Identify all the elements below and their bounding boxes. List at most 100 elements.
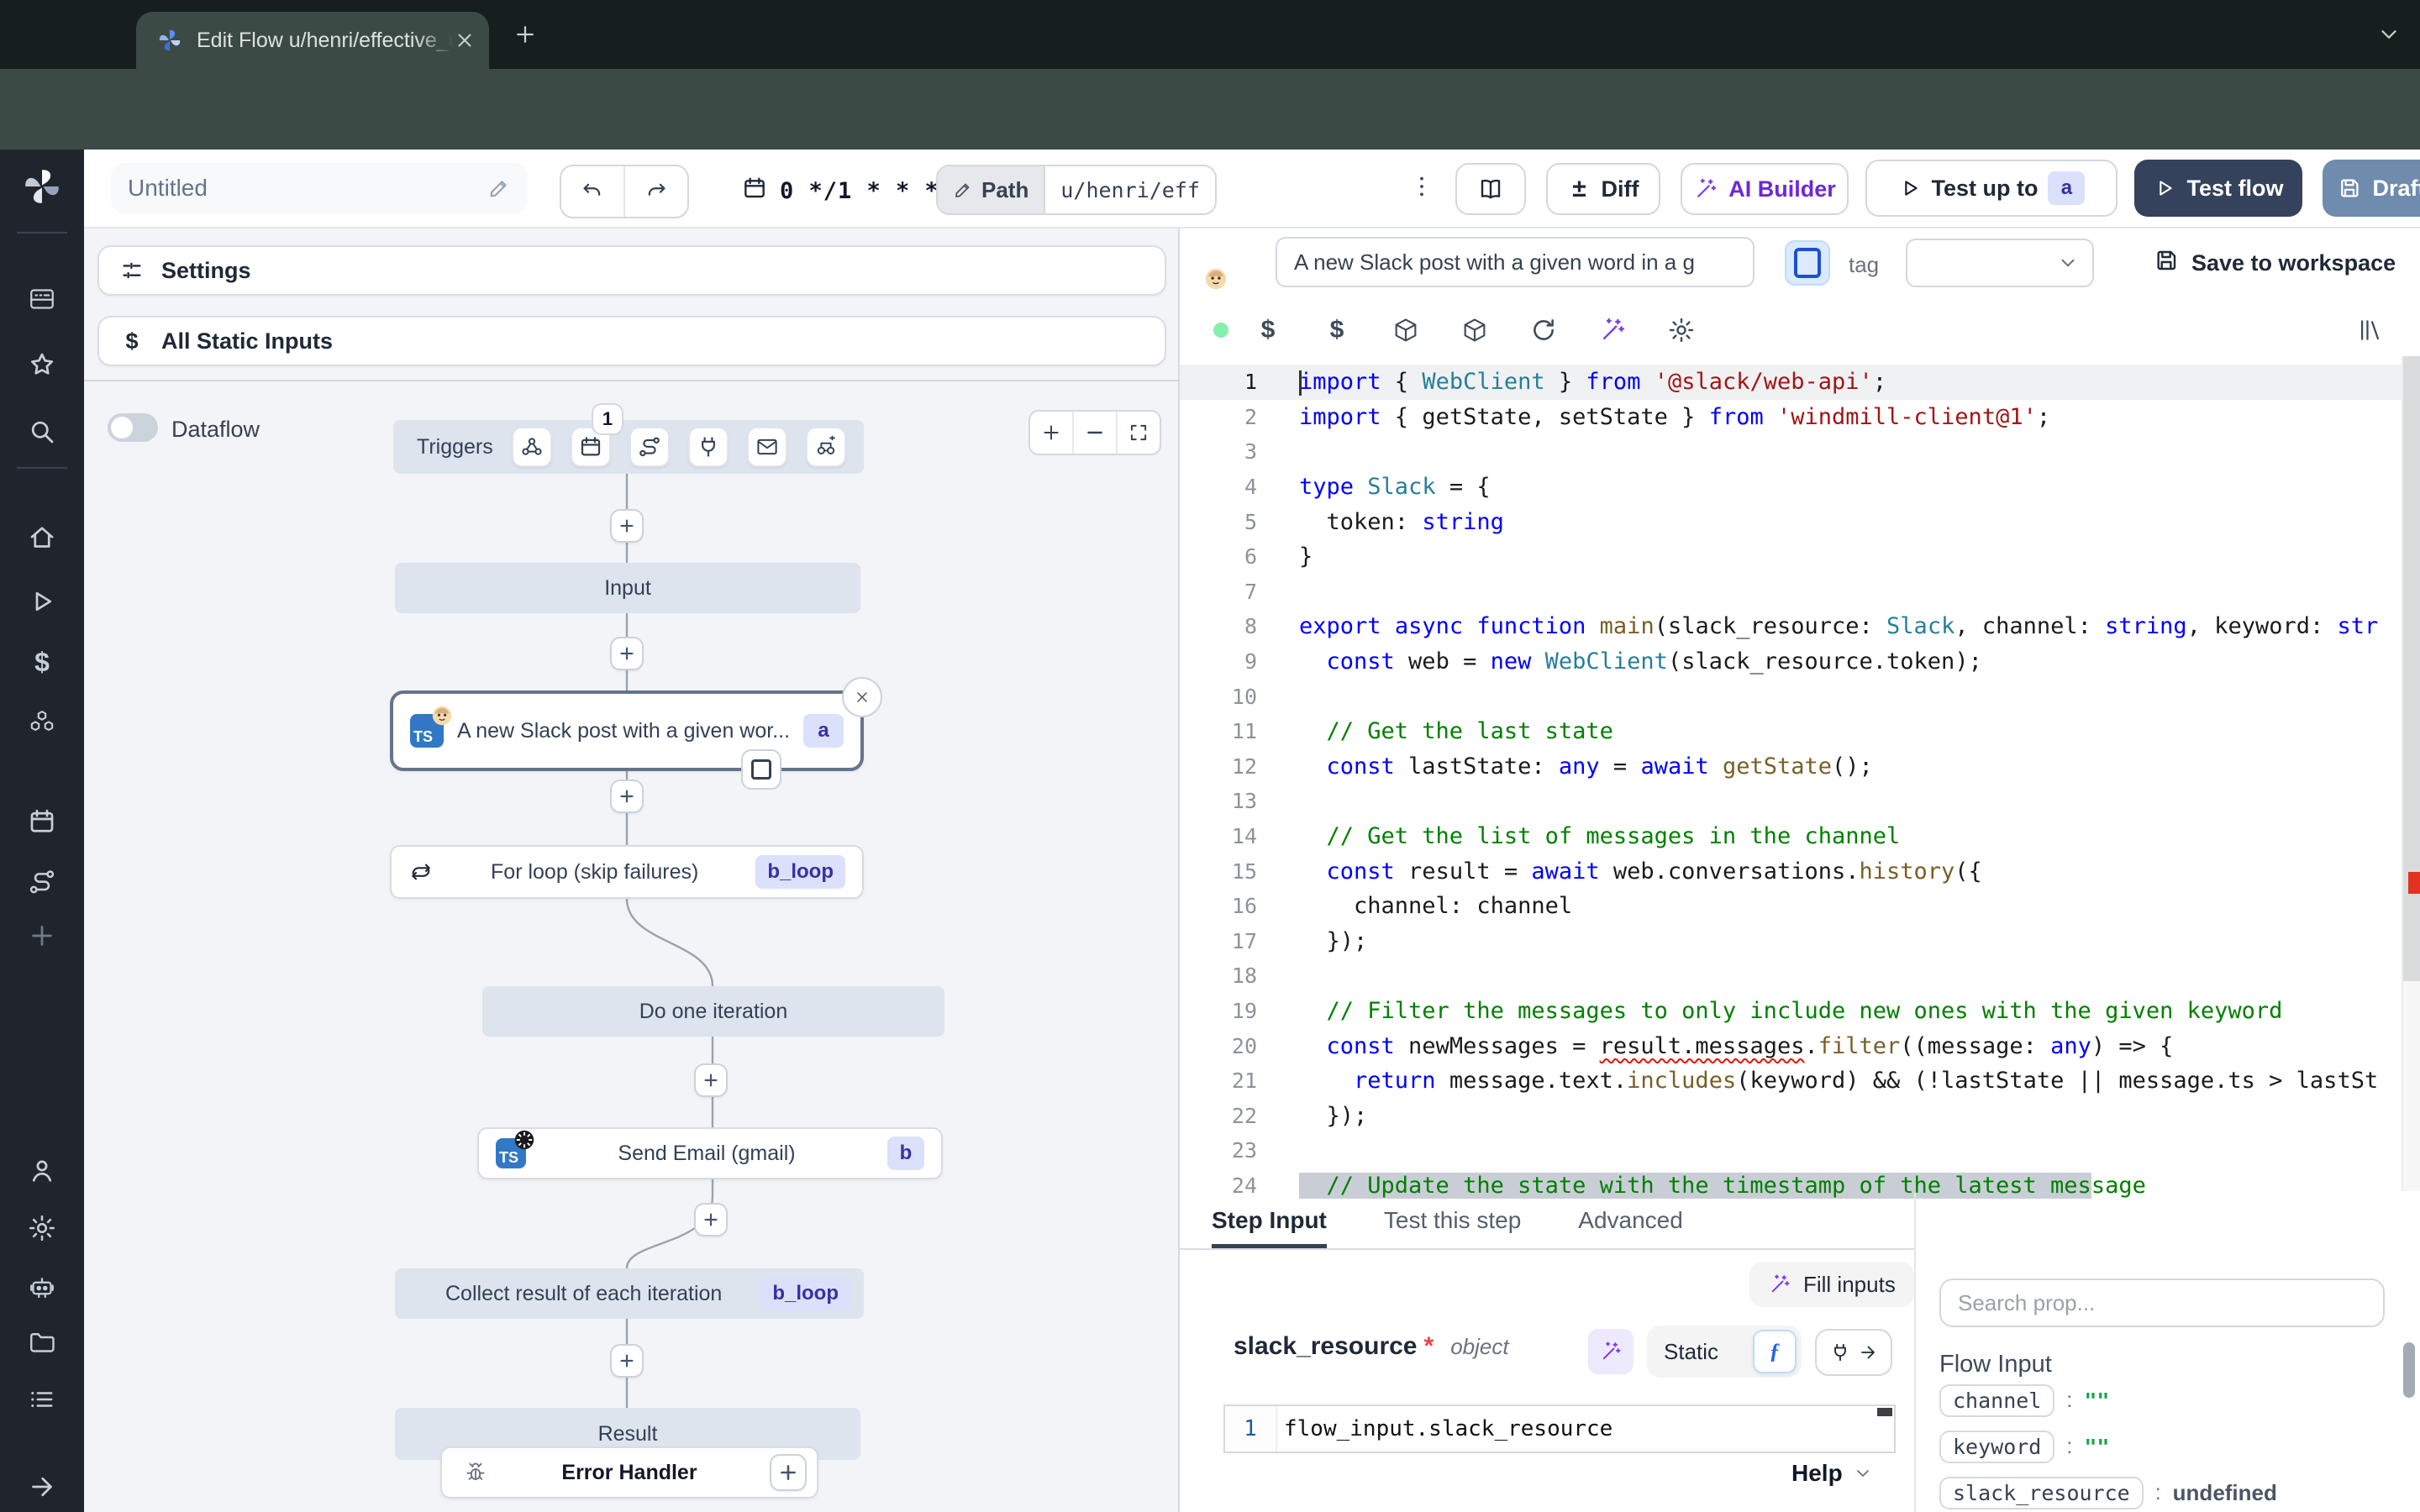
tab-close-icon[interactable] (454, 29, 476, 51)
tab-advanced[interactable]: Advanced (1578, 1193, 1683, 1248)
add-step-button[interactable] (610, 509, 644, 543)
sidebar-item-folders-icon[interactable] (27, 1327, 57, 1357)
editor-box-icon[interactable] (1460, 316, 1489, 344)
error-marker (2408, 872, 2420, 894)
tab-step-input[interactable]: Step Input (1212, 1193, 1327, 1248)
slack-step-node[interactable]: TS A new Slack post with a given wor... … (390, 690, 864, 771)
code-line-15: 15 const result = await web.conversation… (1180, 853, 2402, 889)
ai-gen-button[interactable] (1588, 1329, 1634, 1374)
zoom-in-button[interactable] (1030, 412, 1072, 454)
add-step-button[interactable] (610, 1344, 644, 1378)
tab-title: Edit Flow u/henri/effective_un (197, 29, 454, 53)
save-icon (2337, 176, 2362, 201)
sidebar-item-settings-icon[interactable] (27, 1213, 57, 1243)
prop-pill[interactable]: keyword (1939, 1431, 2054, 1463)
ai-builder-label: AI Builder (1728, 176, 1836, 202)
sidebar-item-runs-icon[interactable] (27, 586, 57, 617)
diff-button[interactable]: ± Diff (1546, 163, 1660, 215)
trigger-mail-button[interactable] (747, 427, 787, 467)
prop-pill[interactable]: channel (1939, 1384, 2054, 1417)
browser-tab[interactable]: Edit Flow u/henri/effective_un (136, 12, 489, 69)
sidebar-item-schedules-icon[interactable] (27, 806, 57, 837)
forloop-step-node[interactable]: For loop (skip failures) b_loop (390, 845, 864, 899)
sidebar-item-workspace-icon[interactable] (27, 1384, 57, 1415)
library-icon[interactable] (2356, 316, 2385, 344)
all-static-inputs-button[interactable]: $ All Static Inputs (97, 316, 1166, 366)
sidebar-item-users-icon[interactable] (27, 1156, 57, 1186)
draft-button[interactable]: Draft (2323, 160, 2420, 217)
tab-test-this-step[interactable]: Test this step (1384, 1193, 1521, 1248)
save-workspace-icon[interactable] (2153, 247, 2180, 274)
sidebar-item-search-icon[interactable] (27, 417, 57, 447)
trigger-webhook-button[interactable] (512, 427, 552, 467)
function-mode-button[interactable]: ƒ (1753, 1330, 1797, 1373)
search-prop-input[interactable]: Search prop... (1939, 1278, 2385, 1327)
collect-result-node[interactable]: Collect result of each iteration b_loop (395, 1268, 864, 1319)
add-step-button[interactable] (694, 1203, 728, 1236)
code-editor[interactable]: 1import { WebClient } from '@slack/web-a… (1180, 356, 2402, 1200)
static-label[interactable]: Static (1664, 1339, 1718, 1365)
sidebar-item-favorites-icon[interactable] (27, 349, 57, 380)
settings-button[interactable]: Settings (97, 245, 1166, 296)
test-up-to-button[interactable]: Test up to a (1865, 160, 2118, 217)
editor-reload-icon[interactable] (1529, 316, 1558, 344)
help-toggle[interactable]: Help (1791, 1460, 1873, 1487)
flow-input-node[interactable]: Input (395, 563, 860, 613)
prop-pill[interactable]: slack_resource (1939, 1477, 2144, 1509)
add-step-button[interactable] (610, 780, 644, 813)
flow-name-field[interactable]: Untitled (111, 163, 528, 213)
sidebar-item-workers-icon[interactable] (27, 1272, 57, 1302)
fit-view-button[interactable] (1116, 412, 1160, 454)
email-step-node[interactable]: TS Send Email (gmail) b (477, 1127, 943, 1179)
redo-button[interactable] (623, 166, 687, 217)
sidebar-item-add-icon[interactable] (27, 921, 57, 951)
diff-toggle-button[interactable] (1785, 240, 1830, 286)
add-error-handler-button[interactable] (770, 1454, 807, 1491)
test-flow-button[interactable]: Test flow (2134, 160, 2302, 217)
zoom-out-button[interactable] (1072, 412, 1116, 454)
remove-step-button[interactable] (842, 677, 882, 717)
step-summary-input[interactable]: A new Slack post with a given word in a … (1276, 237, 1754, 287)
ai-builder-button[interactable]: AI Builder (1681, 163, 1849, 215)
expr-editor[interactable]: 1 flow_input.slack_resource (1223, 1404, 1896, 1453)
add-step-button[interactable] (610, 637, 644, 670)
prop-scrollbar-thumb[interactable] (2403, 1342, 2415, 1398)
do-one-iteration-node[interactable]: Do one iteration (482, 986, 944, 1037)
trigger-route-button[interactable] (629, 427, 670, 467)
new-tab-icon[interactable] (513, 22, 538, 47)
sidebar-item-routes-icon[interactable] (27, 867, 57, 897)
sidebar-item-expand-icon[interactable] (27, 1472, 57, 1502)
sidebar-item-variables-icon[interactable]: $ (27, 647, 57, 677)
sidebar-item-home-icon[interactable] (27, 522, 57, 553)
panel-vdivider (1914, 1193, 1916, 1512)
connect-input-button[interactable] (1815, 1329, 1892, 1376)
trigger-watch-button[interactable] (806, 427, 846, 467)
sidebar-item-resources-icon[interactable] (27, 707, 57, 738)
editor-box-icon[interactable] (1392, 316, 1420, 344)
editor-dollar-icon[interactable]: $ (1254, 316, 1282, 344)
add-step-button[interactable] (694, 1063, 728, 1097)
edit-name-icon[interactable] (487, 176, 511, 200)
trigger-plug-button[interactable] (688, 427, 729, 467)
more-options-icon[interactable] (1408, 173, 1435, 200)
editor-dollar-icon[interactable]: $ (1323, 316, 1351, 344)
tag-select[interactable] (1906, 239, 2094, 287)
editor-scrollbar[interactable] (2402, 356, 2420, 1191)
tab-search-icon[interactable] (2376, 22, 2402, 47)
fill-inputs-button[interactable]: Fill inputs (1749, 1262, 1914, 1307)
code-line-5: 5 token: string (1180, 504, 2402, 539)
undo-button[interactable] (561, 166, 623, 217)
editor-gear-icon[interactable] (1667, 316, 1696, 344)
sidebar-item-apps-icon[interactable] (27, 284, 57, 314)
save-workspace-label[interactable]: Save to workspace (2191, 250, 2396, 276)
path-field[interactable]: Path u/henri/eff (936, 165, 1217, 215)
error-handler-node[interactable]: Error Handler (440, 1446, 818, 1499)
dataflow-toggle[interactable] (108, 413, 158, 442)
schedule-icon[interactable] (741, 175, 768, 202)
docs-button[interactable] (1455, 163, 1526, 215)
triggers-bar[interactable]: Triggers (393, 420, 864, 474)
breakpoint-button[interactable] (741, 749, 781, 790)
email-step-badge: b (887, 1137, 924, 1170)
editor-wand-icon[interactable] (1598, 316, 1627, 344)
windmill-logo[interactable] (20, 165, 64, 208)
